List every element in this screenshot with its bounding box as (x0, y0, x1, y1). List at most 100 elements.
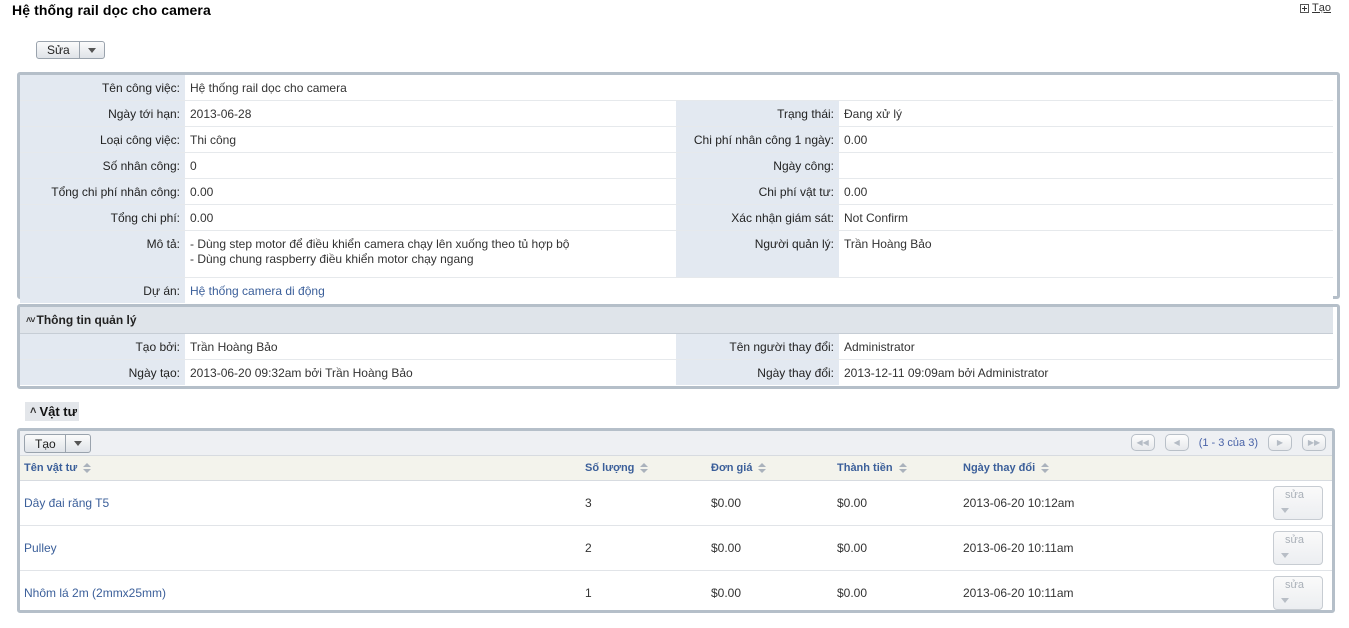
chevron-down-icon (1281, 508, 1289, 513)
description-line-1: - Dùng step motor để điều khiển camera c… (190, 237, 570, 251)
sort-icon[interactable] (640, 463, 649, 473)
col-amount-header[interactable]: Thành tiền (837, 462, 907, 474)
management-panel: ˄˅ Thông tin quản lý Tạo bởi: Trần Hoàng… (17, 304, 1340, 389)
modified-by-value: Administrator (839, 334, 1333, 360)
material-cost-value: 0.00 (839, 178, 1333, 205)
chevron-down-icon (87, 47, 96, 53)
details-table: Tên công việc: Hệ thống rail dọc cho cam… (20, 75, 1333, 303)
management-header[interactable]: ˄˅ Thông tin quản lý (20, 307, 1333, 334)
row-task-name: Tên công việc: Hệ thống rail dọc cho cam… (20, 75, 1333, 101)
row-project: Dự án: Hệ thống camera di động (20, 277, 1333, 303)
material-name-link[interactable]: Nhôm lá 2m (2mmx25mm) (24, 571, 166, 615)
total-cost-label: Tổng chi phí: (20, 204, 185, 231)
workers-value: 0 (185, 152, 676, 179)
row-task-type: Loại công việc: Thi công Chi phí nhân cô… (20, 126, 1333, 153)
first-page-button[interactable]: ◀◀ (1130, 434, 1155, 451)
status-label: Trạng thái: (676, 100, 839, 127)
prev-page-button[interactable]: ◀ (1164, 434, 1189, 451)
col-quantity-header[interactable]: Số lượng (585, 462, 649, 474)
task-name-label: Tên công việc: (20, 75, 185, 101)
row-edit-label[interactable]: sửa (1285, 579, 1304, 591)
create-material-split-button[interactable]: Tạo (24, 434, 91, 453)
task-type-value: Thi công (185, 126, 676, 153)
create-material-dropdown[interactable] (66, 435, 90, 452)
task-type-label: Loại công việc: (20, 126, 185, 153)
edit-button[interactable]: Sửa (37, 42, 80, 58)
col-name-header[interactable]: Tên vật tư (24, 462, 92, 474)
last-page-button[interactable]: ▶▶ (1302, 434, 1326, 451)
material-name-link[interactable]: Pulley (24, 526, 57, 570)
material-unit-price: $0.00 (711, 586, 742, 600)
modified-by-label: Tên người thay đổi: (676, 334, 839, 360)
material-cost-label: Chi phí vật tư: (676, 178, 839, 205)
description-label: Mô tả: (20, 230, 185, 278)
work-days-value (839, 152, 1333, 179)
work-days-label: Ngày công: (676, 152, 839, 179)
grid-header: Tên vật tư Số lượng Đơn giá Thành tiền N… (20, 456, 1332, 481)
materials-heading[interactable]: ˄ Vật tư (25, 402, 80, 421)
supervisor-confirm-label: Xác nhận giám sát: (676, 204, 839, 231)
row-total-cost: Tổng chi phí: 0.00 Xác nhận giám sát: No… (20, 204, 1333, 231)
create-link[interactable]: Tạo (1300, 2, 1331, 14)
col-amount-label[interactable]: Thành tiền (837, 462, 893, 474)
materials-heading-label: Vật tư (39, 404, 78, 419)
task-name-value: Hệ thống rail dọc cho camera (185, 75, 1333, 101)
material-modified: 2013-06-20 10:11am (963, 586, 1074, 600)
row-description: Mô tả: - Dùng step motor để điều khiển c… (20, 230, 1333, 278)
material-unit-price: $0.00 (711, 496, 742, 510)
row-due-date: Ngày tới hạn: 2013-06-28 Trạng thái: Đan… (20, 100, 1333, 127)
row-edit-label[interactable]: sửa (1285, 489, 1304, 501)
pager: ◀◀ ◀ (1 - 3 của 3) ▶ ▶▶ (1130, 434, 1326, 451)
collapse-icon[interactable]: ˄ (30, 406, 37, 417)
col-unit-price-header[interactable]: Đơn giá (711, 462, 767, 474)
row-edit-button[interactable]: sửa (1273, 576, 1323, 610)
col-unit-price-label[interactable]: Đơn giá (711, 462, 752, 474)
material-quantity: 3 (585, 496, 592, 510)
col-modified-label[interactable]: Ngày thay đổi (963, 462, 1035, 474)
sort-icon[interactable] (83, 463, 92, 473)
project-label: Dự án: (20, 277, 185, 303)
daily-labor-cost-label: Chi phí nhân công 1 ngày: (676, 126, 839, 153)
manager-value: Trần Hoàng Bảo (839, 230, 1333, 278)
grid-toolbar: Tạo ◀◀ ◀ (1 - 3 của 3) ▶ ▶▶ (20, 431, 1332, 456)
material-quantity: 1 (585, 586, 592, 600)
chevron-down-icon (1281, 598, 1289, 603)
status-value: Đang xử lý (839, 100, 1333, 127)
col-quantity-label[interactable]: Số lượng (585, 462, 634, 474)
table-row: Nhôm lá 2m (2mmx25mm) 1 $0.00 $0.00 2013… (20, 571, 1332, 615)
material-name-link[interactable]: Dây đai răng T5 (24, 481, 109, 525)
material-quantity: 2 (585, 541, 592, 555)
collapse-toggle-icon[interactable]: ˄˅ (26, 315, 35, 325)
create-material-button[interactable]: Tạo (25, 435, 66, 452)
modified-date-label: Ngày thay đổi: (676, 359, 839, 385)
materials-grid: Tạo ◀◀ ◀ (1 - 3 của 3) ▶ ▶▶ Tên vật tư S… (17, 428, 1335, 613)
sort-icon[interactable] (1041, 463, 1050, 473)
sort-icon[interactable] (758, 463, 767, 473)
edit-dropdown-toggle[interactable] (80, 42, 104, 58)
created-date-label: Ngày tạo: (20, 359, 185, 385)
material-amount: $0.00 (837, 586, 868, 600)
due-date-value: 2013-06-28 (185, 100, 676, 127)
col-modified-header[interactable]: Ngày thay đổi (963, 462, 1050, 474)
row-edit-label[interactable]: sửa (1285, 534, 1304, 546)
row-edit-button[interactable]: sửa (1273, 531, 1323, 565)
plus-icon (1300, 3, 1310, 13)
next-page-button[interactable]: ▶ (1268, 434, 1292, 451)
sort-icon[interactable] (898, 463, 907, 473)
details-panel: Tên công việc: Hệ thống rail dọc cho cam… (17, 72, 1340, 303)
table-row: Dây đai răng T5 3 $0.00 $0.00 2013-06-20… (20, 481, 1332, 526)
material-amount: $0.00 (837, 496, 868, 510)
modified-date-value: 2013-12-11 09:09am bởi Administrator (839, 359, 1333, 385)
chevron-down-icon (1281, 553, 1289, 558)
chevron-down-icon (73, 441, 82, 446)
edit-split-button[interactable]: Sửa (36, 41, 105, 59)
row-total-labor-cost: Tổng chi phí nhân công: 0.00 Chi phí vật… (20, 178, 1333, 205)
description-value: - Dùng step motor để điều khiển camera c… (185, 230, 676, 278)
description-line-2: - Dùng chung raspberry điều khiển motor … (190, 252, 474, 266)
workers-label: Số nhân công: (20, 152, 185, 179)
project-link[interactable]: Hệ thống camera di động (190, 284, 325, 298)
create-link-label[interactable]: Tạo (1312, 2, 1331, 14)
col-name-label[interactable]: Tên vật tư (24, 462, 77, 474)
daily-labor-cost-value: 0.00 (839, 126, 1333, 153)
row-edit-button[interactable]: sửa (1273, 486, 1323, 520)
